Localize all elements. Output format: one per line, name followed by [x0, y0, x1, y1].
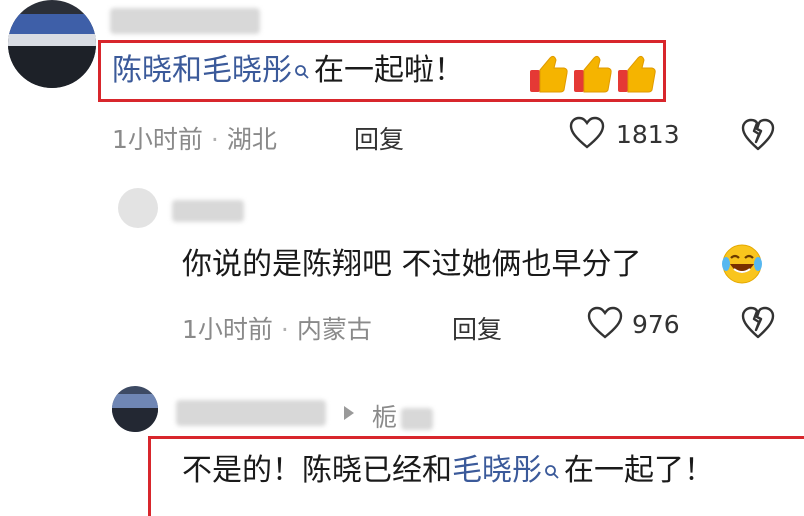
- timestamp: 1小时前: [182, 315, 273, 344]
- reply-text: 不是的！陈晓已经和毛晓彤 在一起了！: [182, 456, 714, 486]
- username-blurred[interactable]: [172, 200, 244, 222]
- like-button[interactable]: 1813: [568, 116, 708, 152]
- thumbs-up-icon: [574, 55, 612, 93]
- heart-icon: [587, 306, 623, 339]
- reply-to-blurred: [401, 408, 434, 430]
- hashtag-link[interactable]: 陈晓和毛晓彤: [112, 53, 292, 88]
- avatar[interactable]: [112, 386, 158, 432]
- hashtag-link[interactable]: 毛晓彤: [452, 453, 542, 488]
- avatar[interactable]: [118, 188, 158, 228]
- comment-text: 陈晓和毛晓彤 在一起啦！: [112, 56, 464, 86]
- search-icon: [544, 456, 560, 486]
- heart-icon: [569, 116, 605, 149]
- reply-to-visible: 栀: [372, 403, 398, 432]
- reply-text-before: 不是的！陈晓已经和: [182, 453, 452, 488]
- reply-button[interactable]: 回复: [354, 120, 404, 156]
- broken-heart-icon: [741, 118, 775, 151]
- username-blurred[interactable]: [176, 400, 326, 426]
- thumbs-up-icon: [530, 55, 568, 93]
- search-icon: [294, 56, 310, 86]
- reply-text-after: 在一起了！: [564, 453, 714, 488]
- emoji-group: [526, 52, 658, 96]
- like-count: 1813: [616, 120, 680, 149]
- reply-arrow-icon: [342, 404, 356, 422]
- timestamp: 1小时前: [112, 125, 203, 154]
- comment-meta: 1小时前 · 湖北: [112, 125, 277, 154]
- reply-to-name[interactable]: 栀: [372, 398, 434, 434]
- comment-text-rest: 在一起啦！: [314, 53, 464, 88]
- username-blurred[interactable]: [110, 8, 260, 34]
- reply-button[interactable]: 回复: [452, 310, 502, 346]
- broken-heart-icon: [741, 306, 775, 339]
- location: 湖北: [226, 125, 277, 154]
- reply-text: 你说的是陈翔吧 不过她俩也早分了: [182, 250, 642, 280]
- avatar[interactable]: [8, 0, 96, 88]
- laughing-tears-emoji-icon: [720, 242, 764, 286]
- dislike-button[interactable]: [740, 118, 776, 152]
- thumbs-up-icon: [618, 55, 656, 93]
- like-count: 976: [632, 310, 680, 339]
- reply-text-content: 你说的是陈翔吧 不过她俩也早分了: [182, 247, 642, 282]
- location: 内蒙古: [296, 315, 372, 344]
- dislike-button[interactable]: [740, 306, 776, 340]
- like-button[interactable]: 976: [586, 306, 706, 342]
- reply-meta: 1小时前 · 内蒙古: [182, 315, 372, 344]
